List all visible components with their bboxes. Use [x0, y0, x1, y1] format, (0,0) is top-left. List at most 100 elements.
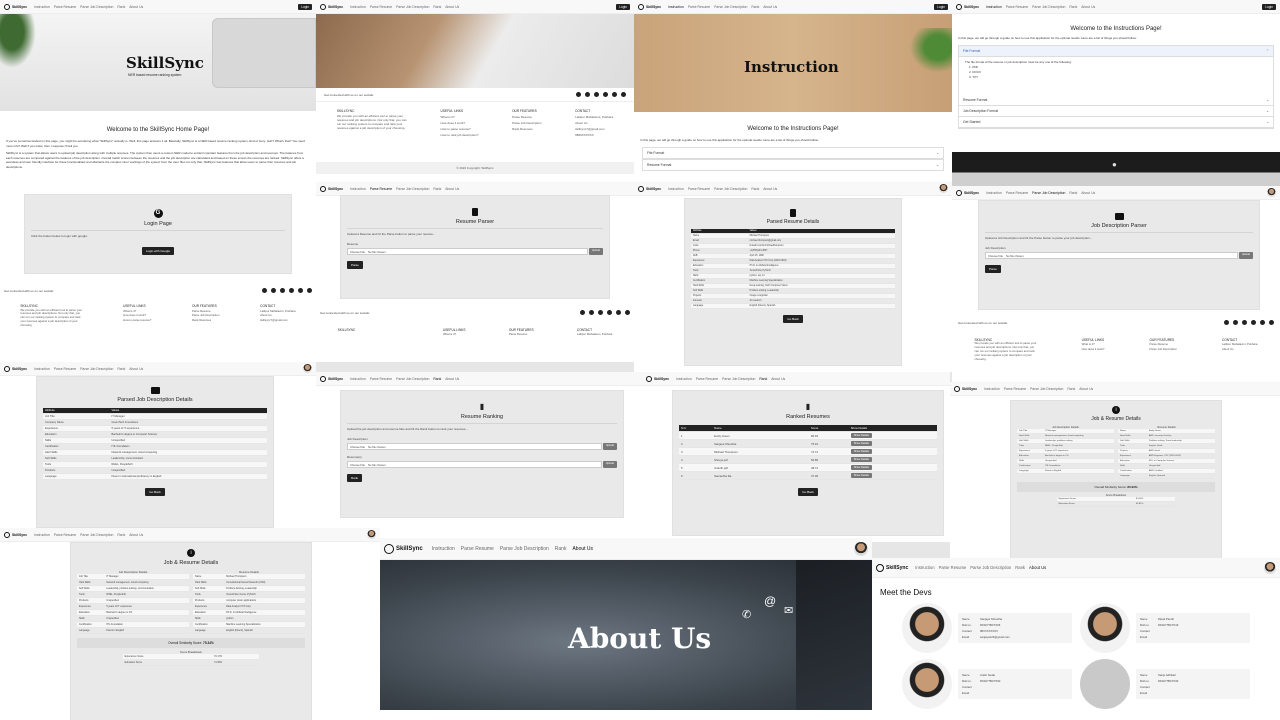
nav-instruction[interactable]: Instruction	[34, 5, 50, 9]
nav-parse-jd[interactable]: Parse Job Description	[714, 187, 747, 191]
nav-parse-resume[interactable]: Parse Resume	[1006, 191, 1028, 195]
nav-rank[interactable]: Rank	[433, 377, 441, 381]
nav-about[interactable]: About Us	[763, 5, 777, 9]
accordion-resume-format[interactable]: Resume Format ⌄	[959, 95, 1273, 106]
facebook-icon[interactable]	[280, 288, 285, 293]
nav-instruction[interactable]: Instruction	[984, 387, 1000, 391]
brand-logo[interactable]: SkillSync	[4, 531, 27, 538]
nav-about[interactable]: About Us	[129, 5, 143, 9]
nav-parse-resume[interactable]: Parse Resume	[1004, 387, 1026, 391]
show-details-button[interactable]: Show Details	[850, 465, 872, 470]
jd-file-input[interactable]: Choose File No file chosen	[347, 443, 602, 450]
accordion-file-format[interactable]: File Format ⌄	[642, 147, 944, 159]
nav-about[interactable]: About Us	[1081, 191, 1095, 195]
choose-file-button[interactable]: Choose File	[350, 250, 365, 254]
nav-instruction[interactable]: Instruction	[915, 565, 934, 570]
go-back-button[interactable]: Go Back	[145, 488, 165, 496]
brand-logo[interactable]: SkillSync	[320, 375, 343, 382]
login-button[interactable]: Login	[298, 3, 312, 10]
google-icon[interactable]	[1233, 320, 1238, 325]
github-icon[interactable]	[1224, 320, 1229, 325]
nav-about[interactable]: About Us	[763, 187, 777, 191]
show-details-button[interactable]: Show Details	[850, 433, 872, 438]
show-details-button[interactable]: Show Details	[850, 457, 872, 462]
nav-parse-resume[interactable]: Parse Resume	[939, 565, 967, 570]
nav-instruction[interactable]: Instruction	[432, 546, 455, 552]
nav-parse-jd[interactable]: Parse Job Description	[1032, 191, 1065, 195]
nav-parse-resume[interactable]: Parse Resume	[696, 377, 718, 381]
nav-rank[interactable]: Rank	[751, 5, 759, 9]
linkedin-icon[interactable]	[307, 288, 312, 293]
accordion-file-format[interactable]: File Format ⌃	[959, 46, 1273, 57]
login-button[interactable]: Login	[616, 3, 630, 10]
nav-about[interactable]: About Us	[1029, 565, 1046, 570]
nav-parse-resume[interactable]: Parse Resume	[54, 533, 76, 537]
resumes-file-input[interactable]: Choose File No file chosen	[347, 461, 602, 468]
google-icon[interactable]	[271, 288, 276, 293]
nav-parse-resume[interactable]: Parse Resume	[1006, 5, 1028, 9]
facebook-icon[interactable]	[598, 310, 603, 315]
upload-resumes-button[interactable]: Upload	[602, 461, 617, 468]
nav-parse-jd[interactable]: Parse Job Description	[1032, 5, 1065, 9]
choose-file-button[interactable]: Choose File	[988, 254, 1003, 258]
nav-rank[interactable]: Rank	[117, 5, 125, 9]
nav-instruction[interactable]: Instruction	[34, 367, 50, 371]
upload-button[interactable]: Upload	[1238, 252, 1253, 259]
nav-about[interactable]: About Us	[445, 5, 459, 9]
nav-instruction[interactable]: Instruction	[986, 5, 1002, 9]
nav-parse-jd[interactable]: Parse Job Description	[80, 533, 113, 537]
nav-rank[interactable]: Rank	[433, 187, 441, 191]
nav-parse-resume[interactable]: Parse Resume	[54, 5, 76, 9]
go-back-button[interactable]: Go Back	[783, 315, 803, 323]
nav-about[interactable]: About Us	[445, 377, 459, 381]
brand-logo[interactable]: SkillSync	[876, 563, 908, 572]
instagram-icon[interactable]	[1251, 320, 1256, 325]
footer-feature[interactable]: Rank Resumes	[512, 126, 541, 132]
rank-button[interactable]: Rank	[347, 474, 363, 482]
github-icon[interactable]	[576, 92, 581, 97]
nav-rank[interactable]: Rank	[751, 187, 759, 191]
nav-rank[interactable]: Rank	[1067, 387, 1075, 391]
upload-button[interactable]: Upload	[588, 248, 603, 255]
login-button[interactable]: Login	[1262, 3, 1276, 10]
user-avatar[interactable]	[303, 364, 312, 373]
parse-button[interactable]: Parse	[985, 265, 1001, 273]
nav-parse-jd[interactable]: Parse Job Description	[1030, 387, 1063, 391]
footer-link[interactable]: How to rank job description?	[441, 132, 479, 138]
nav-rank[interactable]: Rank	[117, 533, 125, 537]
nav-parse-jd[interactable]: Parse Job Description	[80, 367, 113, 371]
nav-parse-resume[interactable]: Parse Resume	[461, 546, 494, 552]
facebook-icon[interactable]	[1242, 320, 1247, 325]
show-details-button[interactable]: Show Details	[850, 441, 872, 446]
nav-instruction[interactable]: Instruction	[986, 191, 1002, 195]
nav-parse-resume[interactable]: Parse Resume	[54, 367, 76, 371]
nav-parse-jd[interactable]: Parse Job Description	[714, 5, 747, 9]
nav-instruction[interactable]: Instruction	[350, 377, 366, 381]
upload-jd-button[interactable]: Upload	[602, 443, 617, 450]
login-google-button[interactable]: Login with Google	[141, 247, 175, 255]
linkedin-icon[interactable]	[625, 310, 630, 315]
nav-parse-jd[interactable]: Parse Job Description	[500, 546, 549, 552]
accordion-get-started[interactable]: Get Started ⌄	[959, 117, 1273, 128]
choose-file-button[interactable]: Choose File	[350, 463, 365, 467]
brand-logo[interactable]: SkillSync	[646, 375, 669, 382]
twitter-icon[interactable]	[298, 288, 303, 293]
nav-rank[interactable]: Rank	[759, 377, 767, 381]
nav-rank[interactable]: Rank	[1069, 191, 1077, 195]
user-avatar[interactable]	[939, 184, 948, 193]
nav-about[interactable]: About Us	[129, 367, 143, 371]
nav-about[interactable]: About Us	[445, 187, 459, 191]
brand-logo[interactable]: SkillSync	[638, 3, 661, 10]
accordion-jd-format[interactable]: Job Description Format ⌄	[959, 106, 1273, 117]
google-icon[interactable]	[585, 92, 590, 97]
nav-parse-resume[interactable]: Parse Resume	[688, 187, 710, 191]
nav-rank[interactable]: Rank	[1069, 5, 1077, 9]
twitter-icon[interactable]	[616, 310, 621, 315]
user-avatar[interactable]	[854, 541, 868, 556]
facebook-icon[interactable]	[594, 92, 599, 97]
nav-about[interactable]: About Us	[572, 546, 593, 552]
google-icon[interactable]	[589, 310, 594, 315]
nav-instruction[interactable]: Instruction	[668, 187, 684, 191]
brand-logo[interactable]: SkillSync	[320, 3, 343, 10]
github-icon[interactable]	[262, 288, 267, 293]
